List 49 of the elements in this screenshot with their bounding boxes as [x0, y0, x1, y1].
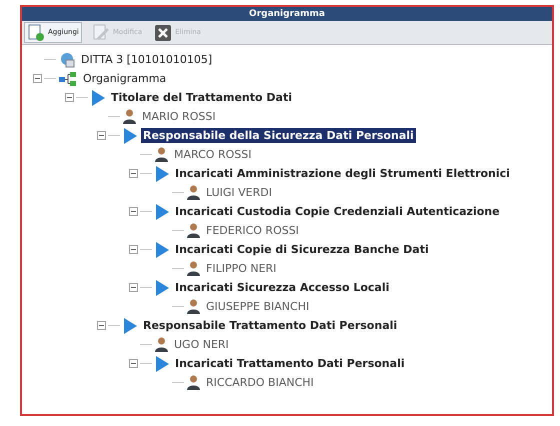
person-icon: [187, 299, 200, 314]
person-icon: [187, 185, 200, 200]
close-box-icon: [154, 24, 172, 42]
pencil-page-icon: [92, 24, 110, 42]
tree-item[interactable]: UGO NERI: [172, 337, 231, 352]
person-icon: [187, 223, 200, 238]
tree-item[interactable]: Incaricati Custodia Copie Credenziali Autenticazione: [173, 204, 502, 219]
collapse-toggle-icon[interactable]: [128, 245, 138, 254]
person-icon: [155, 147, 168, 162]
tree-item[interactable]: RICCARDO BIANCHI: [204, 375, 316, 390]
tree-item[interactable]: Incaricati Copie di Sicurezza Banche Dati: [173, 242, 431, 257]
collapse-toggle-icon[interactable]: [128, 207, 138, 216]
play-triangle-icon: [155, 356, 169, 372]
hierarchy-icon: [59, 72, 77, 86]
tree-item[interactable]: Incaricati Trattamento Dati Personali: [173, 356, 407, 371]
tree-item[interactable]: Responsabile della Sicurezza Dati Personali: [141, 128, 416, 143]
tree-item[interactable]: Organigramma: [81, 71, 168, 86]
tree-item[interactable]: GIUSEPPE BIANCHI: [204, 299, 312, 314]
collapse-toggle-icon[interactable]: [128, 359, 138, 368]
tree-item[interactable]: Titolare del Trattamento Dati: [109, 90, 294, 105]
collapse-toggle-icon[interactable]: [64, 93, 74, 102]
tree-item[interactable]: MARIO ROSSI: [140, 109, 218, 124]
play-triangle-icon: [91, 90, 105, 106]
collapse-toggle-icon[interactable]: [96, 131, 106, 140]
collapse-toggle-icon[interactable]: [128, 283, 138, 292]
play-triangle-icon: [123, 128, 137, 144]
add-page-icon: [27, 24, 45, 42]
collapse-toggle-icon[interactable]: [96, 321, 106, 330]
globe-building-icon: [59, 52, 75, 68]
window-title: Organigramma: [22, 7, 552, 21]
tree-item[interactable]: DITTA 3 [10101010105]: [79, 52, 214, 67]
tree-item[interactable]: MARCO ROSSI: [172, 147, 254, 162]
tree-item[interactable]: Responsabile Trattamento Dati Personali: [141, 318, 400, 333]
collapse-toggle-icon[interactable]: [128, 169, 138, 178]
tree-item[interactable]: Incaricati Sicurezza Accesso Locali: [173, 280, 392, 295]
person-icon: [155, 337, 168, 352]
collapse-toggle-icon[interactable]: [32, 74, 42, 83]
tree-item[interactable]: Incaricati Amministrazione degli Strumenti Elettronici: [173, 166, 512, 181]
tree-item[interactable]: LUIGI VERDI: [204, 185, 274, 200]
play-triangle-icon: [155, 204, 169, 220]
tree-item[interactable]: FEDERICO ROSSI: [204, 223, 301, 238]
person-icon: [187, 261, 200, 276]
person-icon: [123, 109, 136, 124]
play-triangle-icon: [155, 280, 169, 296]
play-triangle-icon: [123, 318, 137, 334]
play-triangle-icon: [155, 242, 169, 258]
play-triangle-icon: [155, 166, 169, 182]
person-icon: [187, 375, 200, 390]
tree-item[interactable]: FILIPPO NERI: [204, 261, 278, 276]
